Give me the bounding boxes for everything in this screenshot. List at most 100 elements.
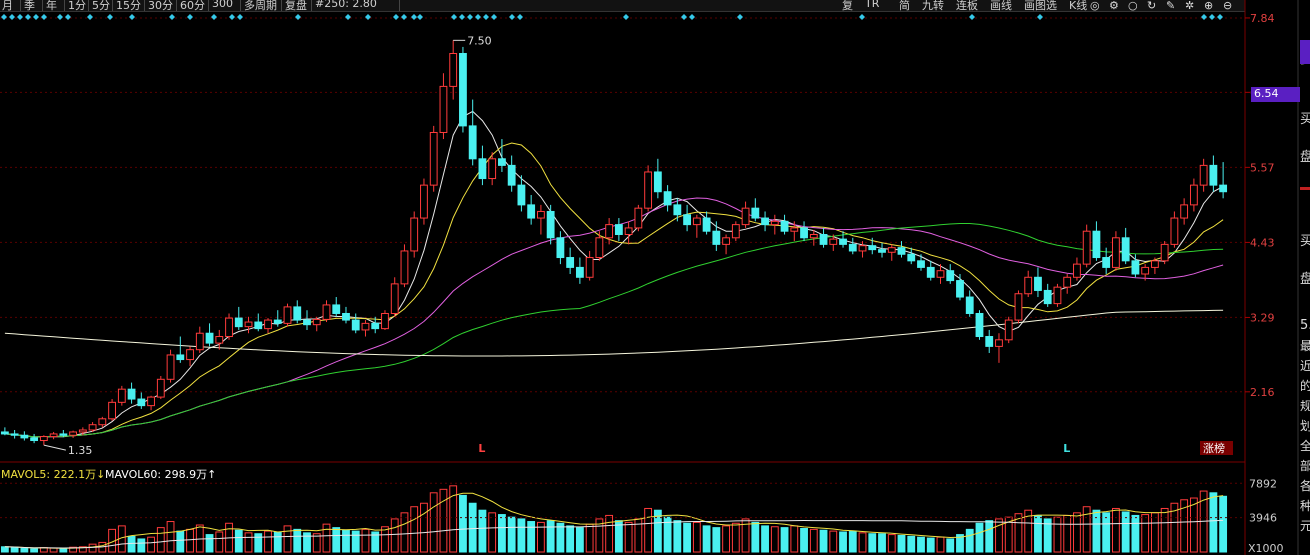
candle-body (556, 237, 565, 259)
signal-diamond (737, 14, 743, 20)
candle-body (137, 398, 146, 407)
candle-body (1004, 319, 1013, 341)
candle-body (887, 247, 896, 253)
candle-body (234, 317, 243, 328)
volume-bar (10, 546, 19, 553)
candle-body (10, 433, 19, 436)
candle-body (683, 214, 692, 226)
volume-bar (995, 518, 1003, 553)
volume-bar (293, 528, 302, 553)
volume-bar (88, 543, 97, 553)
candle-body (0, 431, 9, 435)
signal-diamond (859, 14, 865, 20)
signal-diamond (187, 14, 193, 20)
signal-diamond (237, 14, 243, 20)
candle-body (205, 332, 214, 344)
candle-body (1219, 184, 1228, 193)
signal-diamond (229, 14, 235, 20)
signal-diamond (295, 14, 301, 20)
volume-bar (429, 492, 438, 553)
volume-bar (546, 520, 555, 553)
candle-body (439, 85, 448, 133)
signal-diamond (483, 14, 489, 20)
candle-body (878, 249, 886, 253)
candle-body (147, 396, 155, 407)
candle-body (410, 217, 419, 252)
candle-body (644, 171, 653, 209)
volume-bar (351, 530, 360, 553)
volume-bar (468, 502, 477, 553)
candle-body (653, 171, 662, 193)
low-marker-line (43, 444, 66, 451)
signal-diamond (681, 14, 687, 20)
volume-bar (907, 535, 916, 553)
volume-bar (283, 525, 292, 553)
candle-body (215, 336, 224, 344)
volume-bar (975, 522, 984, 553)
candle-body (1053, 286, 1062, 305)
volume-bar (819, 529, 828, 553)
signal-diamond (25, 14, 31, 20)
candle-body (741, 207, 750, 226)
volume-bar (517, 518, 526, 553)
volume-bar (809, 528, 818, 553)
candle-body (507, 164, 516, 186)
candle-body (361, 322, 370, 331)
candle-body (459, 52, 467, 127)
candle-body (449, 52, 458, 87)
candle-body (1092, 230, 1101, 259)
volume-bar (215, 531, 224, 553)
candle-body (1209, 164, 1218, 186)
candle-body (478, 158, 487, 180)
kline-chart[interactable]: 7.846.715.574.433.292.167.501.35LL涨榜MAVO… (0, 0, 1310, 555)
volume-bar (410, 506, 419, 553)
volume-bar (556, 522, 565, 553)
L-marker: L (478, 442, 485, 455)
candle-body (283, 306, 292, 324)
volume-bar (858, 532, 867, 553)
volume-bar (800, 527, 808, 553)
candle-body (848, 243, 857, 252)
volume-bar (20, 548, 29, 553)
signal-diamond (87, 14, 93, 20)
volume-bar (575, 527, 584, 553)
candle-body (1150, 260, 1159, 268)
candle-body (770, 220, 779, 226)
volume-bar (1160, 507, 1169, 553)
signal-diamond (65, 14, 71, 20)
low-price-label: 1.35 (68, 444, 93, 457)
volume-bar (868, 533, 877, 553)
volume-bar (137, 538, 146, 553)
candle-body (575, 266, 584, 278)
volume-bar (205, 534, 214, 553)
current-price-badge: 6.54 (1251, 87, 1300, 102)
volume-bar (332, 527, 341, 553)
candle-body (117, 388, 126, 403)
volume-bar (692, 521, 701, 553)
signal-diamond (517, 14, 523, 20)
volume-bar (985, 520, 994, 553)
signal-diamond (417, 14, 423, 20)
candle-body (1121, 237, 1130, 262)
side-label-4: 盘 (1300, 272, 1310, 287)
side-highlight-red (1300, 187, 1310, 190)
candle-body (995, 339, 1003, 347)
volume-bar (459, 494, 467, 553)
mavol60-legend: MAVOL60: 298.9万↑ (105, 468, 216, 481)
volume-bar (887, 534, 896, 553)
signal-diamond (475, 14, 481, 20)
volume-bar (770, 526, 779, 553)
candle-body (108, 401, 116, 420)
volume-bar (926, 537, 935, 553)
volume-bar (264, 530, 272, 553)
signal-diamond (401, 14, 407, 20)
candle-body (30, 437, 39, 442)
candle-body (585, 257, 594, 278)
price-tick-label: 7.84 (1250, 12, 1275, 25)
volume-bar (1131, 514, 1140, 553)
volume-bar (624, 521, 633, 553)
volume-bar (673, 520, 682, 553)
volume-bar (683, 522, 692, 553)
candle-body (614, 224, 623, 235)
candle-body (712, 230, 721, 245)
